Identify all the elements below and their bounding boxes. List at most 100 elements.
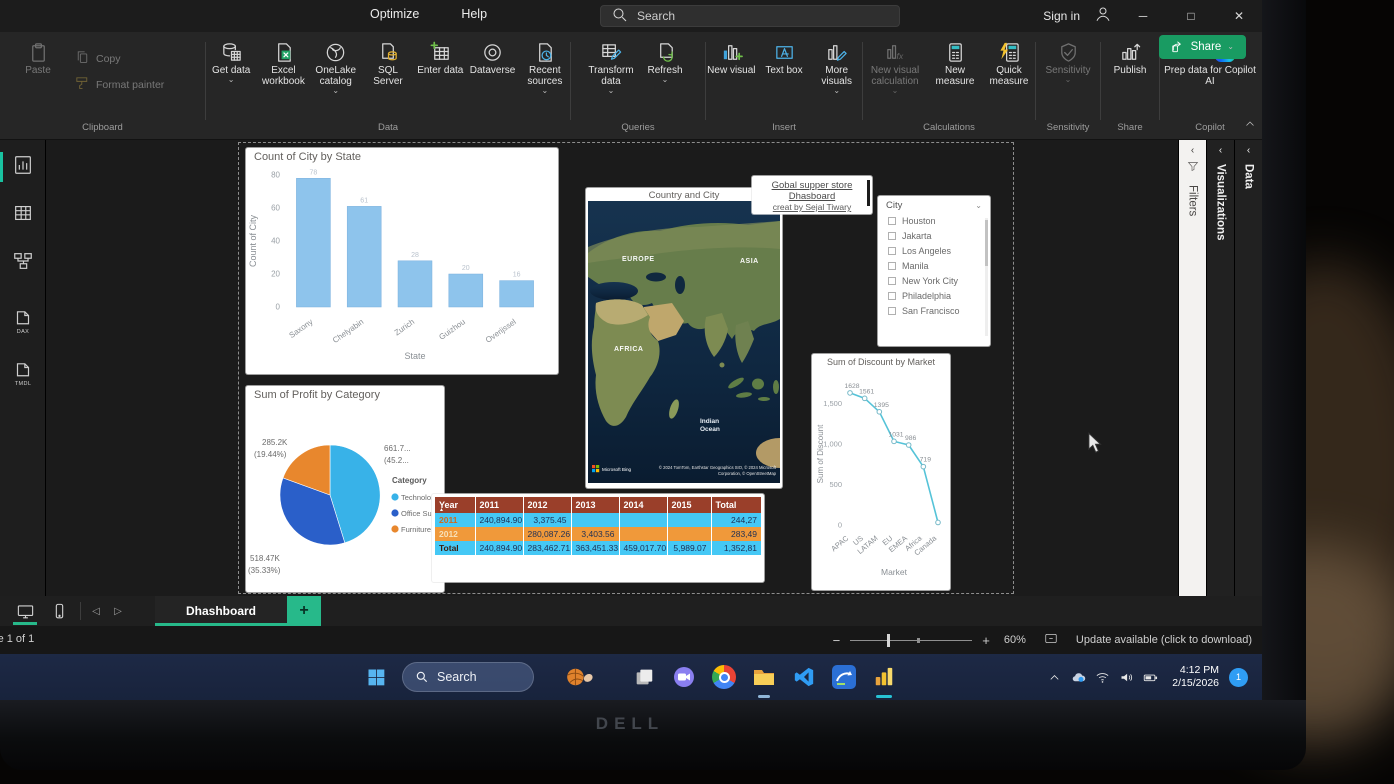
data-panel-collapsed[interactable]: ‹ Data xyxy=(1234,140,1262,596)
format-painter-button[interactable]: Format painter xyxy=(74,75,164,95)
city-slicer-visual[interactable]: City ⌄ HoustonJakartaLos AngelesManilaNe… xyxy=(878,196,990,346)
matrix-column-header[interactable]: 2013 xyxy=(571,497,619,513)
battery-icon[interactable] xyxy=(1138,670,1162,685)
notification-badge[interactable]: 1 xyxy=(1229,668,1248,687)
more-visuals-button[interactable]: More visuals⌄ xyxy=(811,39,862,95)
file-explorer-button[interactable] xyxy=(748,661,780,693)
widgets-button[interactable] xyxy=(560,661,600,693)
checkbox-icon[interactable] xyxy=(888,217,896,225)
excel-workbook-button[interactable]: Excel workbook xyxy=(258,39,308,87)
refresh-button[interactable]: Refresh⌄ xyxy=(639,39,691,84)
chrome-button[interactable] xyxy=(708,661,740,693)
onelake-catalog-button[interactable]: OneLake catalog⌄ xyxy=(311,39,361,95)
matrix-column-header[interactable]: Total xyxy=(711,497,761,513)
close-button[interactable]: ✕ xyxy=(1222,1,1256,31)
matrix-row[interactable]: 2011240,894.903,375.45244,27 xyxy=(435,513,761,527)
chevron-left-icon[interactable]: ‹ xyxy=(1247,146,1250,156)
zoom-slider-handle[interactable] xyxy=(887,634,890,647)
new-measure-button[interactable]: New measure xyxy=(929,39,981,87)
textbox-scrollbar[interactable] xyxy=(867,180,870,206)
recent-sources-button[interactable]: Recent sources⌄ xyxy=(520,39,570,95)
powerbi-button[interactable] xyxy=(868,661,900,693)
dax-query-view-button[interactable]: DAX xyxy=(10,310,36,336)
visualizations-panel-collapsed[interactable]: ‹ Visualizations xyxy=(1206,140,1234,596)
slicer-item[interactable]: Manila xyxy=(878,258,990,273)
slicer-item[interactable]: Houston xyxy=(878,213,990,228)
taskbar-search[interactable]: Search xyxy=(402,662,534,692)
wifi-icon[interactable] xyxy=(1090,670,1114,685)
sql-server-button[interactable]: SQL Server xyxy=(363,39,413,87)
sign-in-button[interactable]: Sign in xyxy=(1043,9,1080,23)
checkbox-icon[interactable] xyxy=(888,277,896,285)
ribbon-search-input[interactable]: Search xyxy=(600,5,900,27)
ribbon-collapse-button[interactable] xyxy=(1244,117,1256,135)
sensitivity-button[interactable]: Sensitivity⌄ xyxy=(1042,39,1094,84)
zoom-in-button[interactable]: + xyxy=(982,633,990,648)
previous-page-button[interactable]: ◁ xyxy=(85,606,107,617)
chevron-left-icon[interactable]: ‹ xyxy=(1219,146,1222,156)
publish-button[interactable]: Publish xyxy=(1104,39,1156,76)
desktop-layout-button[interactable] xyxy=(8,596,42,626)
matrix-visual[interactable]: Year▲20112012201320142015Total2011240,89… xyxy=(432,494,764,582)
text-box-button[interactable]: Text box xyxy=(759,39,810,76)
line-chart-visual[interactable]: Sum of Discount by Market 05001,0001,500… xyxy=(812,354,950,590)
quick-measure-button[interactable]: Quick measure xyxy=(983,39,1035,87)
chevron-left-icon[interactable]: ‹ xyxy=(1191,146,1194,156)
transform-data-button[interactable]: Transform data⌄ xyxy=(585,39,637,95)
filters-panel-collapsed[interactable]: ‹ Filters xyxy=(1178,140,1206,596)
volume-icon[interactable] xyxy=(1114,670,1138,685)
onedrive-icon[interactable] xyxy=(1066,670,1090,685)
minimize-button[interactable]: ─ xyxy=(1126,1,1160,31)
meet-button[interactable] xyxy=(668,661,700,693)
checkbox-icon[interactable] xyxy=(888,232,896,240)
textbox-visual[interactable]: Gobal supper store Dhasboard creat by Se… xyxy=(752,176,872,214)
report-view-button[interactable] xyxy=(10,154,36,180)
download-manager-button[interactable] xyxy=(828,661,860,693)
mobile-layout-button[interactable] xyxy=(42,596,76,626)
checkbox-icon[interactable] xyxy=(888,292,896,300)
slicer-item[interactable]: Philadelphia xyxy=(878,288,990,303)
matrix-row[interactable]: 2012280,087.263,403.56283,49 xyxy=(435,527,761,541)
bar-chart-visual[interactable]: Count of City by State 02040608078Saxony… xyxy=(246,148,558,374)
tmdl-view-button[interactable]: TMDL xyxy=(10,362,36,388)
dataverse-button[interactable]: Dataverse xyxy=(467,39,517,76)
menu-optimize[interactable]: Optimize xyxy=(370,7,419,21)
maximize-button[interactable]: □ xyxy=(1174,1,1208,31)
copy-button[interactable]: Copy xyxy=(74,49,164,69)
tray-chevron-icon[interactable] xyxy=(1042,670,1066,685)
slicer-scrollbar-thumb[interactable] xyxy=(985,220,988,266)
slicer-item[interactable]: New York City xyxy=(878,273,990,288)
matrix-column-header[interactable]: 2012 xyxy=(523,497,571,513)
account-icon[interactable] xyxy=(1094,5,1112,28)
menu-help[interactable]: Help xyxy=(461,7,487,21)
enter-data-button[interactable]: Enter data xyxy=(415,39,465,76)
matrix-row[interactable]: Total240,894.90283,462.71363,451.33459,0… xyxy=(435,541,761,555)
new-visual-calculation-button[interactable]: fx New visual calculation⌄ xyxy=(863,39,927,95)
clock[interactable]: 4:12 PM 2/15/2026 xyxy=(1172,664,1219,690)
matrix-column-header[interactable]: 2015 xyxy=(667,497,711,513)
fit-to-page-icon[interactable] xyxy=(1026,632,1070,649)
slicer-item[interactable]: San Francisco xyxy=(878,303,990,318)
add-page-button[interactable]: + xyxy=(287,596,321,626)
model-view-button[interactable] xyxy=(10,250,36,276)
matrix-column-header[interactable]: 2011 xyxy=(475,497,523,513)
chevron-down-icon[interactable]: ⌄ xyxy=(975,202,982,210)
checkbox-icon[interactable] xyxy=(888,262,896,270)
slicer-item[interactable]: Los Angeles xyxy=(878,243,990,258)
matrix-column-header[interactable]: 2014 xyxy=(619,497,667,513)
start-button[interactable] xyxy=(360,661,392,693)
zoom-slider[interactable] xyxy=(850,640,972,641)
share-button[interactable]: Share⌄ xyxy=(1159,35,1246,59)
pie-chart-visual[interactable]: Sum of Profit by Category 661.7...(45.2.… xyxy=(246,386,444,592)
report-canvas[interactable]: Count of City by State 02040608078Saxony… xyxy=(46,140,1178,596)
matrix-column-header[interactable]: Year▲ xyxy=(435,497,475,513)
update-available-link[interactable]: Update available (click to download) xyxy=(1076,634,1252,646)
slicer-item[interactable]: Jakarta xyxy=(878,228,990,243)
next-page-button[interactable]: ▷ xyxy=(107,606,129,617)
checkbox-icon[interactable] xyxy=(888,247,896,255)
vscode-button[interactable] xyxy=(788,661,820,693)
page-tab-dhashboard[interactable]: Dhashboard xyxy=(155,596,287,626)
get-data-button[interactable]: Get data⌄ xyxy=(206,39,256,84)
new-visual-button[interactable]: New visual xyxy=(706,39,757,76)
map-visual[interactable]: Country and City xyxy=(586,188,782,488)
